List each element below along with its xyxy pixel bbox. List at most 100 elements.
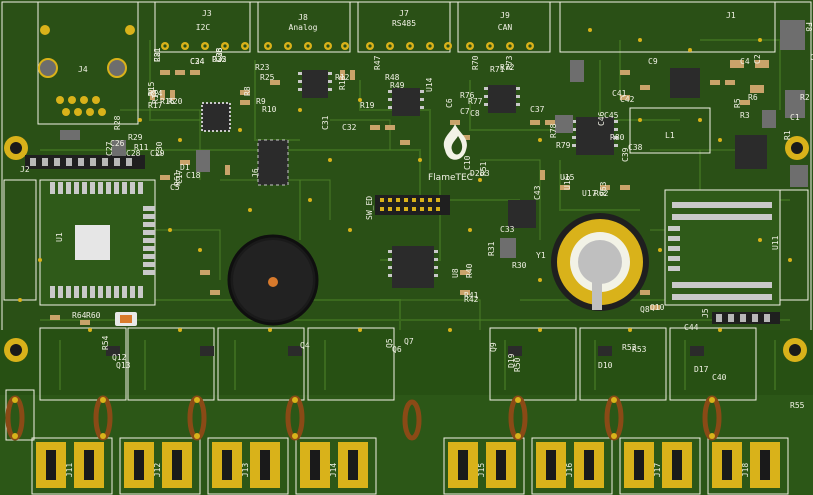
ref-d10: D10 <box>598 361 613 370</box>
label-j15: J15 <box>477 463 486 478</box>
ref-q10: Q10 <box>650 303 665 312</box>
ref-c10: C10 <box>463 155 472 170</box>
ref-r73: R73 <box>505 55 514 70</box>
label-u14: U14 <box>425 77 434 92</box>
ref-r12: R12 <box>335 73 350 82</box>
label-l1: L1 <box>665 131 675 140</box>
ref-c34: C34 <box>190 57 205 66</box>
ref-c32: C32 <box>342 123 357 132</box>
label-u8: U8 <box>451 268 460 278</box>
label-j3: J3 <box>202 9 212 18</box>
ref-c37: C37 <box>530 105 545 114</box>
label-j1: J1 <box>726 11 736 20</box>
label-sw-ed: SW_ED <box>365 196 374 220</box>
ref-r51: R51 <box>479 161 488 176</box>
ref-q6: Q6 <box>392 345 402 354</box>
label-u11: U11 <box>771 235 780 250</box>
ref-r16: R16 <box>160 97 175 106</box>
ref-r60: R60 <box>86 311 101 320</box>
ref-c1: C1 <box>790 113 800 122</box>
label-j16: J16 <box>565 463 574 478</box>
ref-c43: C43 <box>533 185 542 200</box>
ref-r8: R8 <box>243 86 252 96</box>
ref-c9: C9 <box>648 57 658 66</box>
ref-r25: R25 <box>260 73 275 82</box>
label-j7-name: RS485 <box>392 19 416 28</box>
label-brand: FlameTEC <box>428 173 473 183</box>
ref-c36: C36 <box>215 47 224 62</box>
label-j12: J12 <box>153 463 162 478</box>
ref-c31: C31 <box>321 115 330 130</box>
ref-c39: C39 <box>621 147 630 162</box>
ref-r53: R53 <box>632 345 647 354</box>
label-j9: J9 <box>500 11 510 20</box>
ref-c40: C40 <box>712 373 727 382</box>
ref-c45: C45 <box>604 111 619 120</box>
label-j17: J17 <box>653 463 662 478</box>
pin-header-j5 <box>712 312 780 324</box>
ref-c2: C2 <box>753 54 762 64</box>
ref-d19: D19 <box>507 353 516 368</box>
ref-d1: D1 <box>180 163 190 172</box>
ref-r78: R78 <box>549 123 558 138</box>
buzzer <box>227 234 319 326</box>
ref-c46: C46 <box>597 111 606 126</box>
ref-r28: R28 <box>113 115 122 130</box>
pcb-layout: J4 J3 I2C J8Analog J7RS485 J9 CAN J1 F8 J2 J6 J5 U1 U… <box>0 0 813 495</box>
ref-r79: R79 <box>556 141 571 150</box>
ref-r19: R19 <box>360 101 375 110</box>
label-j9-name: CAN <box>498 23 513 32</box>
ref-r42: R42 <box>464 295 479 304</box>
pcb-board: J4 J3 I2C J8 Analog J7 RS485 J9 CAN J1 F8 J2 J6 J5 U1 U… <box>0 0 813 495</box>
ref-q8: Q8 <box>640 305 650 314</box>
ref-q7: Q7 <box>404 337 414 346</box>
ref-r80: R80 <box>610 133 625 142</box>
module-u11 <box>664 189 781 306</box>
ref-r54: R54 <box>101 335 110 350</box>
coin-cell-holder <box>551 213 649 311</box>
ref-d17: D17 <box>694 365 709 374</box>
label-j18: J18 <box>741 463 750 478</box>
ref-c29: C29 <box>150 149 165 158</box>
label-j13: J13 <box>241 463 250 478</box>
ref-r47: R47 <box>373 55 382 70</box>
ref-r3: R3 <box>740 111 750 120</box>
ref-q4: Q4 <box>300 341 310 350</box>
ref-c38: C38 <box>628 143 643 152</box>
label-j8: J8 <box>298 13 308 22</box>
ref-c18: C18 <box>186 171 201 180</box>
ref-r30: R30 <box>512 261 527 270</box>
ref-c33: C33 <box>500 225 515 234</box>
ref-u16: U16 <box>563 175 572 190</box>
ref-r63: R63 <box>599 181 608 196</box>
ref-r31: R31 <box>487 241 496 256</box>
ref-q13: Q13 <box>116 361 131 370</box>
ref-c7: C7 <box>460 107 470 116</box>
ref-r29: R29 <box>128 133 143 142</box>
ref-r15: R15 <box>147 81 156 96</box>
ref-r40: R40 <box>465 263 474 278</box>
ref-r77: R77 <box>468 97 483 106</box>
ref-c44: C44 <box>684 323 699 332</box>
ref-c5: C5 <box>170 183 180 192</box>
label-u1: U1 <box>55 232 64 242</box>
ref-r64: R64 <box>72 311 87 320</box>
ref-r55: R55 <box>790 401 805 410</box>
ref-r6: R6 <box>748 93 758 102</box>
ref-c27: C27 <box>105 141 114 156</box>
ref-c8: C8 <box>470 109 480 118</box>
ref-q9: Q9 <box>489 342 498 352</box>
label-y1: Y1 <box>536 251 546 260</box>
label-j5: J5 <box>701 308 710 318</box>
label-j3-name: I2C <box>196 23 211 32</box>
ref-c6: C6 <box>445 98 454 108</box>
ref-r10: R10 <box>262 105 277 114</box>
ref-r70: R70 <box>471 55 480 70</box>
ref-c4: C4 <box>740 57 750 66</box>
ref-r49: R49 <box>390 81 405 90</box>
label-j2: J2 <box>20 165 30 174</box>
ref-r2: R2 <box>800 93 810 102</box>
ref-r81: R81 <box>153 47 162 62</box>
label-j8-name: Analog <box>289 23 318 32</box>
label-j4: J4 <box>78 65 88 74</box>
